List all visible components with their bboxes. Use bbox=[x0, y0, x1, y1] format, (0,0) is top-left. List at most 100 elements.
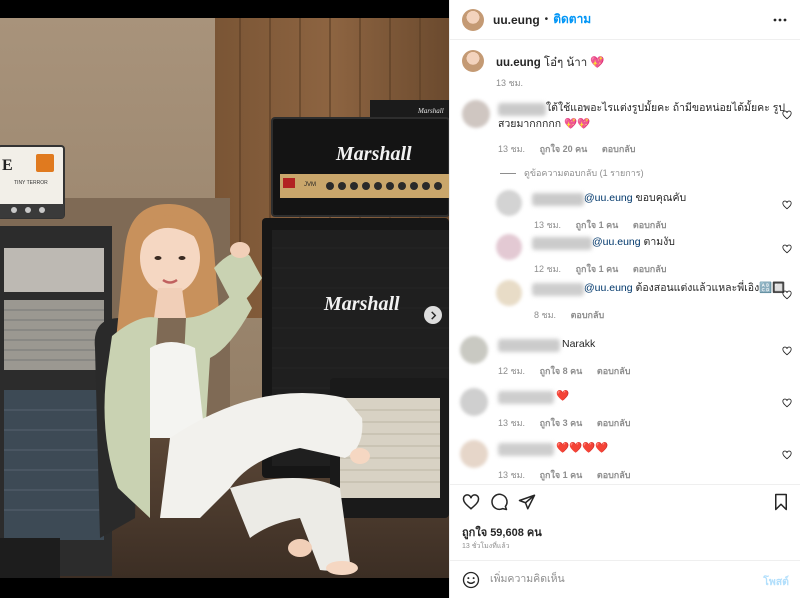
comment-username-blurred[interactable] bbox=[498, 443, 554, 456]
comment-text: ❤️ bbox=[556, 390, 570, 402]
reply-meta: 13 ชม. ถูกใจ 1 คน ตอบกลับ bbox=[534, 218, 678, 232]
heart-icon[interactable] bbox=[782, 244, 792, 254]
emoji-icon[interactable] bbox=[462, 571, 480, 589]
post-actions: ถูกใจ 59,608 คน 13 ชั่วโมงที่แล้ว bbox=[450, 484, 800, 552]
comment-time: 13 ชม. bbox=[498, 470, 526, 480]
caption-avatar[interactable] bbox=[462, 50, 484, 72]
caption-time: 13 ชม. bbox=[496, 78, 524, 88]
reply-mention[interactable]: @uu.eung bbox=[592, 236, 641, 248]
comment-time: 13 ชม. bbox=[498, 418, 526, 428]
chevron-right-icon bbox=[430, 310, 436, 320]
orange-amp-label: TINY TERROR bbox=[14, 180, 48, 186]
small-amp-logo: Marshall bbox=[417, 107, 444, 115]
top-band bbox=[0, 0, 449, 18]
comment-username-blurred[interactable] bbox=[498, 339, 560, 352]
photo-illustration: E TINY TERROR Marshall Marshall JVM Mars… bbox=[0, 18, 449, 578]
view-replies-button[interactable]: ดูข้อความตอบกลับ (1 รายการ) bbox=[500, 166, 644, 180]
comment-likes[interactable]: ถูกใจ 1 คน bbox=[540, 470, 583, 480]
reply-mention[interactable]: @uu.eung bbox=[584, 282, 633, 294]
comment-avatar[interactable] bbox=[460, 336, 488, 364]
amp-model-label: JVM bbox=[304, 182, 316, 188]
comment-reply-button[interactable]: ตอบกลับ bbox=[597, 366, 631, 376]
instagram-post-modal: E TINY TERROR Marshall Marshall JVM Mars… bbox=[0, 0, 800, 598]
reply-reply-button[interactable]: ตอบกลับ bbox=[633, 220, 667, 230]
post-header: uu.eung • ติดตาม bbox=[450, 0, 800, 40]
reply-likes[interactable]: ถูกใจ 1 คน bbox=[576, 220, 619, 230]
heart-icon[interactable] bbox=[782, 110, 792, 120]
reply-body: ขอบคุณคับ bbox=[632, 192, 687, 204]
comment-reply-button[interactable]: ตอบกลับ bbox=[597, 470, 631, 480]
post-photo[interactable]: E TINY TERROR Marshall Marshall JVM Mars… bbox=[0, 18, 449, 578]
comment-likes[interactable]: ถูกใจ 3 คน bbox=[540, 418, 583, 428]
comment-likes[interactable]: ถูกใจ 20 คน bbox=[540, 144, 588, 154]
comment-input[interactable] bbox=[490, 570, 750, 588]
comment-icon[interactable] bbox=[490, 493, 508, 511]
reply-text: @uu.eung ขอบคุณคับ bbox=[584, 190, 686, 206]
reply-avatar[interactable] bbox=[496, 234, 522, 260]
author-username[interactable]: uu.eung bbox=[493, 13, 540, 27]
reply-avatar[interactable] bbox=[496, 280, 522, 306]
caption-text: uu.eung โอ๋ๆ น้าา 💖 bbox=[496, 54, 605, 72]
comment-avatar[interactable] bbox=[460, 388, 488, 416]
reply-reply-button[interactable]: ตอบกลับ bbox=[633, 264, 667, 274]
header-separator: • bbox=[544, 14, 549, 25]
comment-text-line1: ใต้ใช้แอพอะไรแต่งรูปมั้ยคะ ถ้ามีขอหน่อยไ… bbox=[546, 102, 786, 114]
reply-time: 12 ชม. bbox=[534, 264, 562, 274]
reply-reply-button[interactable]: ตอบกลับ bbox=[571, 310, 605, 320]
posted-time: 13 ชั่วโมงที่แล้ว bbox=[462, 543, 510, 550]
author-avatar[interactable] bbox=[462, 8, 484, 31]
comment-username-blurred[interactable] bbox=[498, 391, 554, 404]
reply-body: ต้องสอนแต่งแล้วแหละพี่เอิง🔠🔲 bbox=[632, 282, 786, 294]
likes-count[interactable]: ถูกใจ 59,608 คน bbox=[462, 523, 542, 541]
follow-button[interactable]: ติดตาม bbox=[553, 10, 591, 29]
orange-amp-letter: E bbox=[2, 157, 13, 174]
amp-cabinet-logo: Marshall bbox=[323, 293, 400, 315]
amp-head-logo: Marshall bbox=[335, 143, 412, 165]
reply-meta: 12 ชม. ถูกใจ 1 คน ตอบกลับ bbox=[534, 262, 678, 276]
bottom-band bbox=[0, 578, 449, 598]
comment-reply-button[interactable]: ตอบกลับ bbox=[602, 144, 636, 154]
caption-body: โอ๋ๆ น้าา 💖 bbox=[543, 57, 605, 69]
bookmark-icon[interactable] bbox=[772, 493, 790, 511]
comment-text-line2: สวยมากกกกก 💖💖 bbox=[498, 118, 591, 130]
heart-icon[interactable] bbox=[462, 493, 480, 511]
reply-text: @uu.eung ต้องสอนแต่งแล้วแหละพี่เอิง🔠🔲 bbox=[584, 280, 785, 296]
next-photo-button[interactable] bbox=[424, 306, 442, 324]
caption-username[interactable]: uu.eung bbox=[496, 57, 541, 69]
heart-icon[interactable] bbox=[782, 450, 792, 460]
heart-icon[interactable] bbox=[782, 398, 792, 408]
reply-text: @uu.eung ตามงับ bbox=[592, 234, 675, 250]
post-side-panel: uu.eung • ติดตาม uu.eung โอ๋ๆ น้าา 💖 13 … bbox=[449, 0, 800, 598]
comment-meta: 13 ชม. ถูกใจ 20 คน ตอบกลับ bbox=[498, 142, 648, 156]
heart-icon[interactable] bbox=[782, 290, 792, 300]
post-comment-button[interactable]: โพสต์ bbox=[763, 573, 789, 590]
comment-time: 12 ชม. bbox=[498, 366, 526, 376]
reply-mention[interactable]: @uu.eung bbox=[584, 192, 633, 204]
add-comment-bar: โพสต์ bbox=[450, 560, 800, 598]
reply-username-blurred[interactable] bbox=[532, 193, 584, 206]
reply-meta: 8 ชม. ตอบกลับ bbox=[534, 308, 616, 322]
more-horizontal-icon[interactable] bbox=[773, 13, 787, 27]
reply-body: ตามงับ bbox=[640, 236, 675, 248]
comment-time: 13 ชม. bbox=[498, 144, 526, 154]
comment-likes[interactable]: ถูกใจ 8 คน bbox=[540, 366, 583, 376]
comment-meta: 13 ชม. ถูกใจ 1 คน ตอบกลับ bbox=[498, 468, 642, 482]
comment-reply-button[interactable]: ตอบกลับ bbox=[597, 418, 631, 428]
reply-avatar[interactable] bbox=[496, 190, 522, 216]
comment-meta: 12 ชม. ถูกใจ 8 คน ตอบกลับ bbox=[498, 364, 642, 378]
comment-meta: 13 ชม. ถูกใจ 3 คน ตอบกลับ bbox=[498, 416, 642, 430]
comment-avatar[interactable] bbox=[460, 440, 488, 468]
reply-username-blurred[interactable] bbox=[532, 283, 584, 296]
view-replies-label: ดูข้อความตอบกลับ (1 รายการ) bbox=[524, 168, 644, 178]
reply-time: 13 ชม. bbox=[534, 220, 562, 230]
heart-icon[interactable] bbox=[782, 200, 792, 210]
comment-text: ❤️❤️❤️❤️ bbox=[556, 442, 609, 454]
reply-username-blurred[interactable] bbox=[532, 237, 592, 250]
reply-likes[interactable]: ถูกใจ 1 คน bbox=[576, 264, 619, 274]
reply-time: 8 ชม. bbox=[534, 310, 557, 320]
share-icon[interactable] bbox=[518, 493, 536, 511]
heart-icon[interactable] bbox=[782, 346, 792, 356]
comment-avatar[interactable] bbox=[462, 100, 490, 128]
comment-text: Narakk bbox=[562, 338, 596, 350]
comment-username-blurred[interactable] bbox=[498, 103, 546, 116]
